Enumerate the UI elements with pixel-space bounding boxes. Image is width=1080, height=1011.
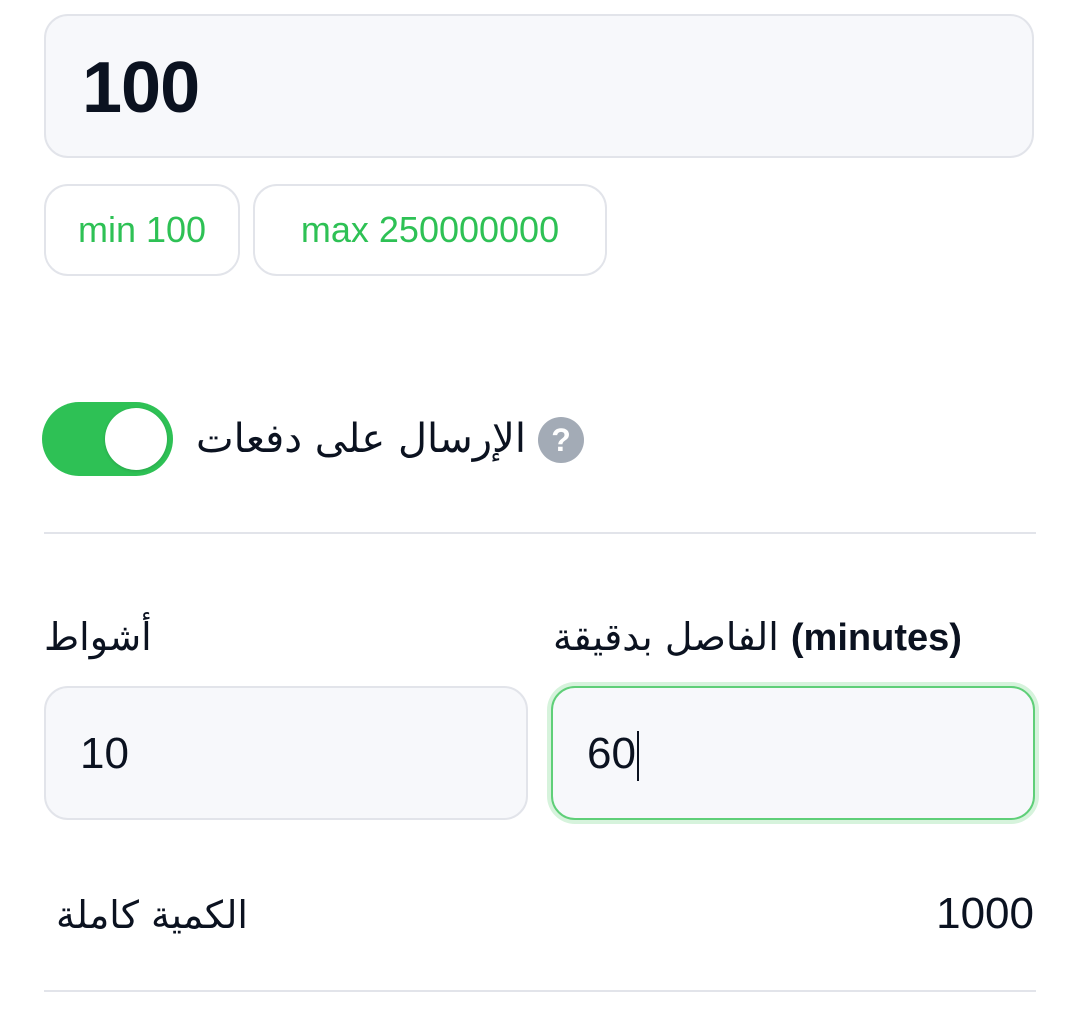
- batch-send-label: الإرسال على دفعات: [196, 416, 526, 462]
- quantity-input[interactable]: 100: [44, 14, 1034, 158]
- max-quantity-label: max 250000000: [300, 209, 560, 250]
- interval-label-unit: (minutes): [790, 617, 962, 659]
- text-caret: [636, 731, 639, 782]
- quantity-value: 100: [82, 48, 200, 128]
- interval-label: الفاصل بدقيقة (minutes): [553, 612, 962, 663]
- interval-label-arabic: الفاصل بدقيقة: [553, 615, 779, 659]
- total-quantity-value: 1000: [936, 889, 1034, 938]
- divider: [44, 532, 1036, 534]
- max-quantity-chip[interactable]: max 250000000: [253, 184, 607, 276]
- runs-value: 10: [80, 729, 129, 778]
- divider: [44, 990, 1036, 992]
- interval-value-wrap: 60: [587, 726, 639, 782]
- interval-value: 60: [587, 729, 636, 778]
- total-quantity-label: الكمية كاملة: [56, 893, 248, 937]
- help-icon[interactable]: ?: [538, 417, 584, 463]
- interval-input[interactable]: 60: [551, 686, 1035, 820]
- runs-input[interactable]: 10: [44, 686, 528, 820]
- min-quantity-chip[interactable]: min 100: [44, 184, 240, 276]
- toggle-knob: [105, 408, 167, 470]
- batch-send-toggle[interactable]: [42, 402, 173, 476]
- min-quantity-label: min 100: [77, 209, 207, 250]
- runs-label: أشواط: [44, 615, 152, 659]
